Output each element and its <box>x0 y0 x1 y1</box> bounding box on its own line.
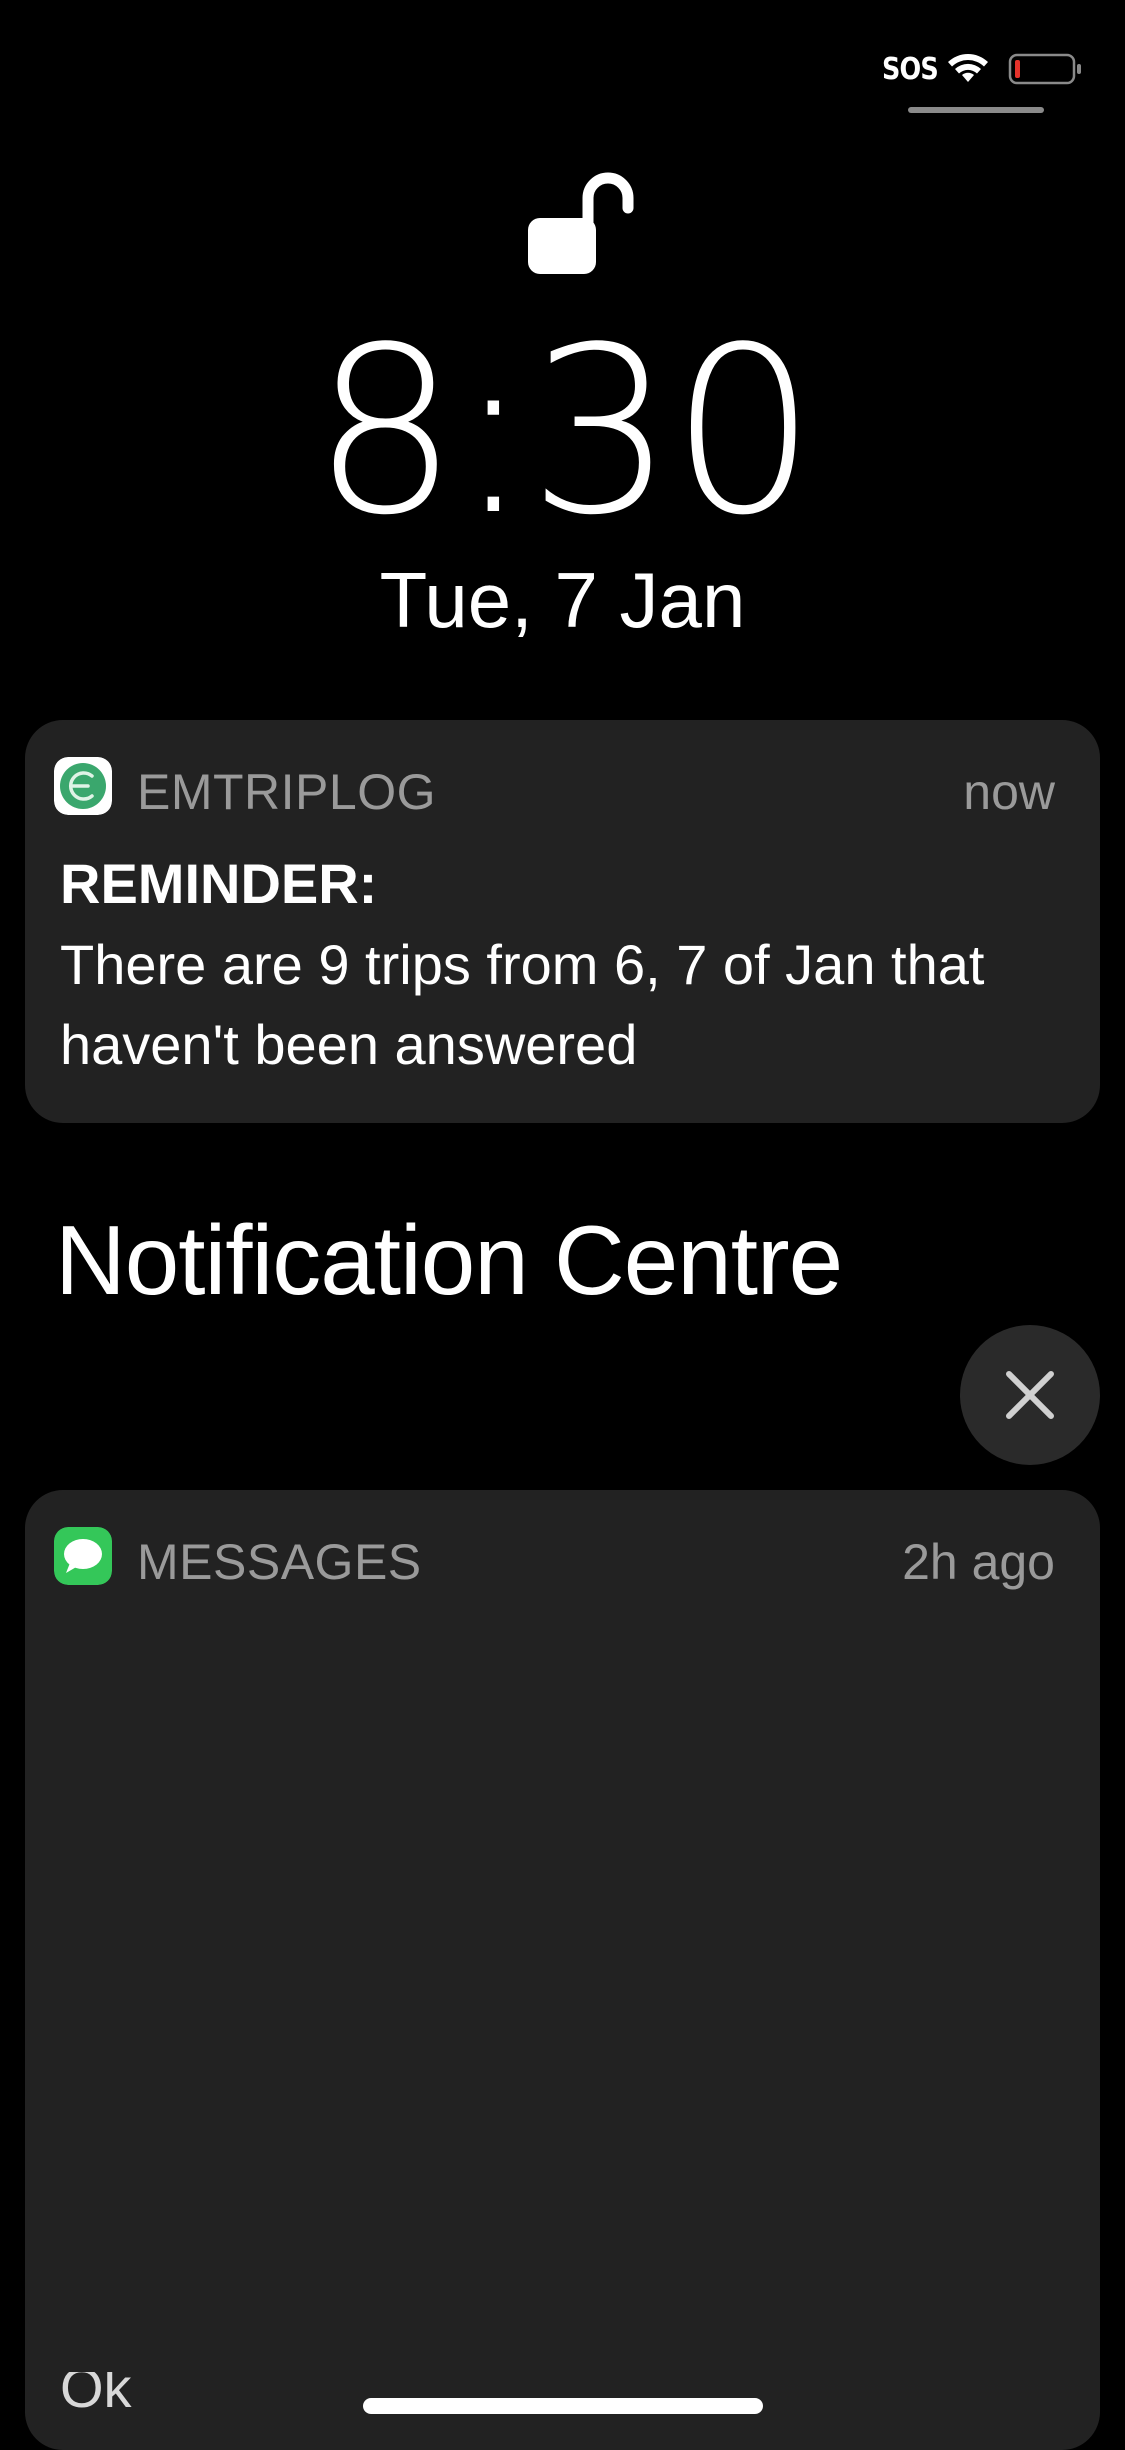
close-icon <box>1006 1371 1054 1419</box>
notification-body: There are 9 trips from 6, 7 of Jan that … <box>60 933 985 1076</box>
notification-timestamp: now <box>963 764 1055 820</box>
emtriplog-app-icon <box>54 757 112 815</box>
notification-centre-heading: Notification Centre <box>55 1205 843 1315</box>
notification-card-messages[interactable] <box>25 1490 1100 2450</box>
notification-app-name: EMTRIPLOG <box>137 764 436 820</box>
battery-low-icon <box>1008 53 1081 85</box>
notification-title: REMINDER: <box>60 852 378 915</box>
messages-app-icon <box>54 1527 112 1585</box>
sos-indicator: SOS <box>882 52 939 87</box>
wifi-icon <box>948 54 988 82</box>
clear-notifications-button[interactable] <box>960 1325 1100 1465</box>
unlocked-padlock-icon <box>528 172 634 274</box>
home-indicator[interactable] <box>363 2398 763 2414</box>
notification-body-partial: Ok <box>60 2372 132 2416</box>
notification-app-name: MESSAGES <box>137 1534 422 1590</box>
lock-screen-date: Tue, 7 Jan <box>379 556 746 644</box>
notification-timestamp: 2h ago <box>902 1534 1055 1590</box>
control-centre-grabber[interactable] <box>908 107 1044 113</box>
lock-screen-time: 8:30 <box>312 299 817 566</box>
